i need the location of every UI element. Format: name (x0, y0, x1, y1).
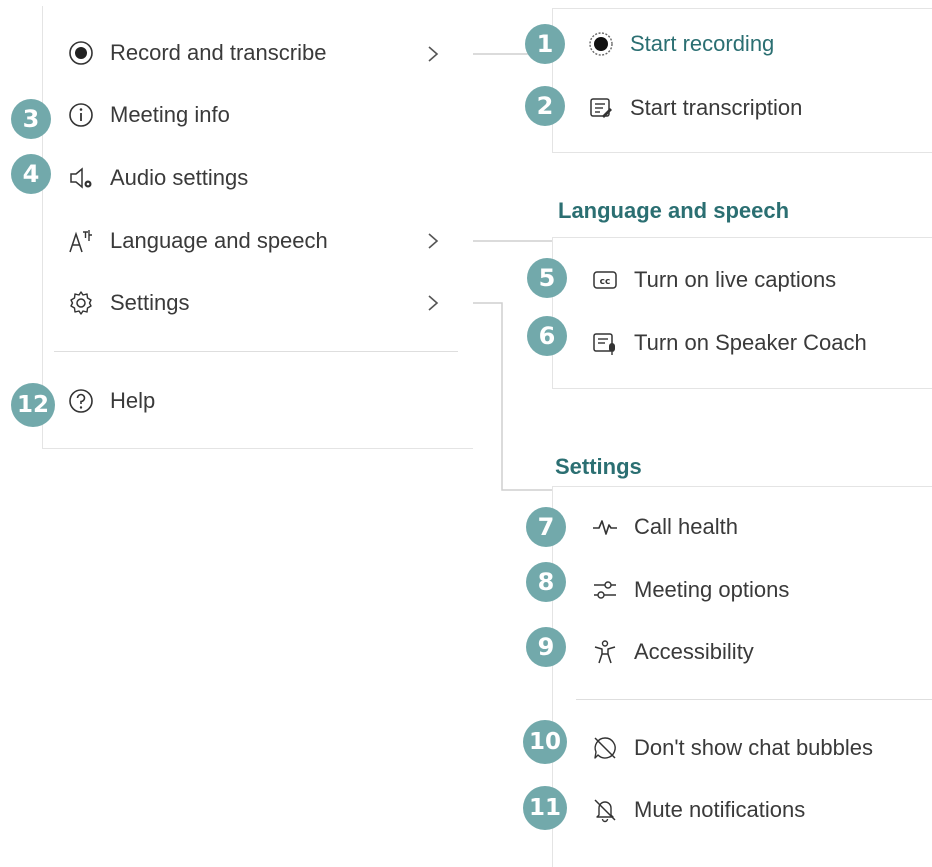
submenu-item-speaker-coach[interactable]: Turn on Speaker Coach (590, 328, 867, 358)
callout-badge-3: 3 (11, 99, 51, 139)
submenu-item-mute-notifications[interactable]: Mute notifications (590, 795, 805, 825)
callout-badge-8: 8 (526, 562, 566, 602)
speaker-coach-icon (590, 328, 620, 358)
info-icon (66, 100, 96, 130)
settings-divider (576, 699, 932, 700)
language-submenu-panel (552, 237, 932, 389)
bell-off-icon (590, 795, 620, 825)
menu-item-label: Audio settings (110, 165, 249, 190)
sliders-icon (590, 575, 620, 605)
submenu-item-label: Call health (634, 514, 738, 539)
callout-badge-9: 9 (526, 627, 566, 667)
transcription-icon (586, 93, 616, 123)
submenu-item-label: Don't show chat bubbles (634, 735, 874, 760)
menu-item-settings[interactable]: Settings (66, 288, 190, 318)
menu-divider (54, 351, 458, 352)
menu-item-label: Help (110, 388, 156, 413)
submenu-item-start-transcription[interactable]: Start transcription (586, 93, 802, 123)
accessibility-icon (590, 637, 620, 667)
menu-item-label: Language and speech (110, 228, 328, 253)
chevron-right-icon[interactable] (426, 293, 440, 313)
submenu-item-label: Start recording (630, 31, 775, 56)
chevron-right-icon[interactable] (426, 44, 440, 64)
callout-badge-1: 1 (525, 24, 565, 64)
settings-submenu-title: Settings (555, 454, 642, 479)
submenu-item-start-recording[interactable]: Start recording (586, 29, 774, 59)
language-icon (66, 226, 96, 256)
submenu-item-call-health[interactable]: Call health (590, 512, 738, 542)
pulse-icon (590, 512, 620, 542)
chevron-right-icon[interactable] (426, 231, 440, 251)
cc-icon: cc (590, 265, 620, 295)
callout-badge-10: 10 (523, 720, 567, 764)
menu-item-language-and-speech[interactable]: Language and speech (66, 226, 328, 256)
submenu-item-label: Accessibility (634, 639, 754, 664)
callout-badge-11: 11 (523, 786, 567, 830)
submenu-item-accessibility[interactable]: Accessibility (590, 637, 754, 667)
menu-item-label: Settings (110, 290, 190, 315)
callout-badge-7: 7 (526, 507, 566, 547)
language-submenu-title: Language and speech (558, 198, 790, 223)
submenu-item-label: Mute notifications (634, 797, 806, 822)
speaker-gear-icon (66, 163, 96, 193)
submenu-item-chat-bubbles[interactable]: Don't show chat bubbles (590, 733, 873, 763)
menu-item-help[interactable]: Help (66, 386, 155, 416)
record-icon (586, 29, 616, 59)
chat-off-icon (590, 733, 620, 763)
gear-icon (66, 288, 96, 318)
submenu-item-meeting-options[interactable]: Meeting options (590, 575, 789, 605)
menu-item-label: Record and transcribe (110, 40, 327, 65)
callout-badge-5: 5 (527, 258, 567, 298)
callout-badge-12: 12 (11, 383, 55, 427)
submenu-item-label: Turn on live captions (634, 267, 837, 292)
menu-item-audio-settings[interactable]: Audio settings (66, 163, 248, 193)
submenu-item-label: Start transcription (630, 95, 803, 120)
menu-item-record-and-transcribe[interactable]: Record and transcribe (66, 38, 326, 68)
callout-badge-6: 6 (527, 316, 567, 356)
submenu-item-label: Turn on Speaker Coach (634, 330, 867, 355)
svg-text:cc: cc (600, 277, 611, 287)
callout-badge-4: 4 (11, 154, 51, 194)
submenu-item-label: Meeting options (634, 577, 790, 602)
submenu-item-live-captions[interactable]: cc Turn on live captions (590, 265, 836, 295)
help-icon (66, 386, 96, 416)
menu-item-label: Meeting info (110, 102, 230, 127)
callout-badge-2: 2 (525, 86, 565, 126)
menu-item-meeting-info[interactable]: Meeting info (66, 100, 230, 130)
record-icon (66, 38, 96, 68)
